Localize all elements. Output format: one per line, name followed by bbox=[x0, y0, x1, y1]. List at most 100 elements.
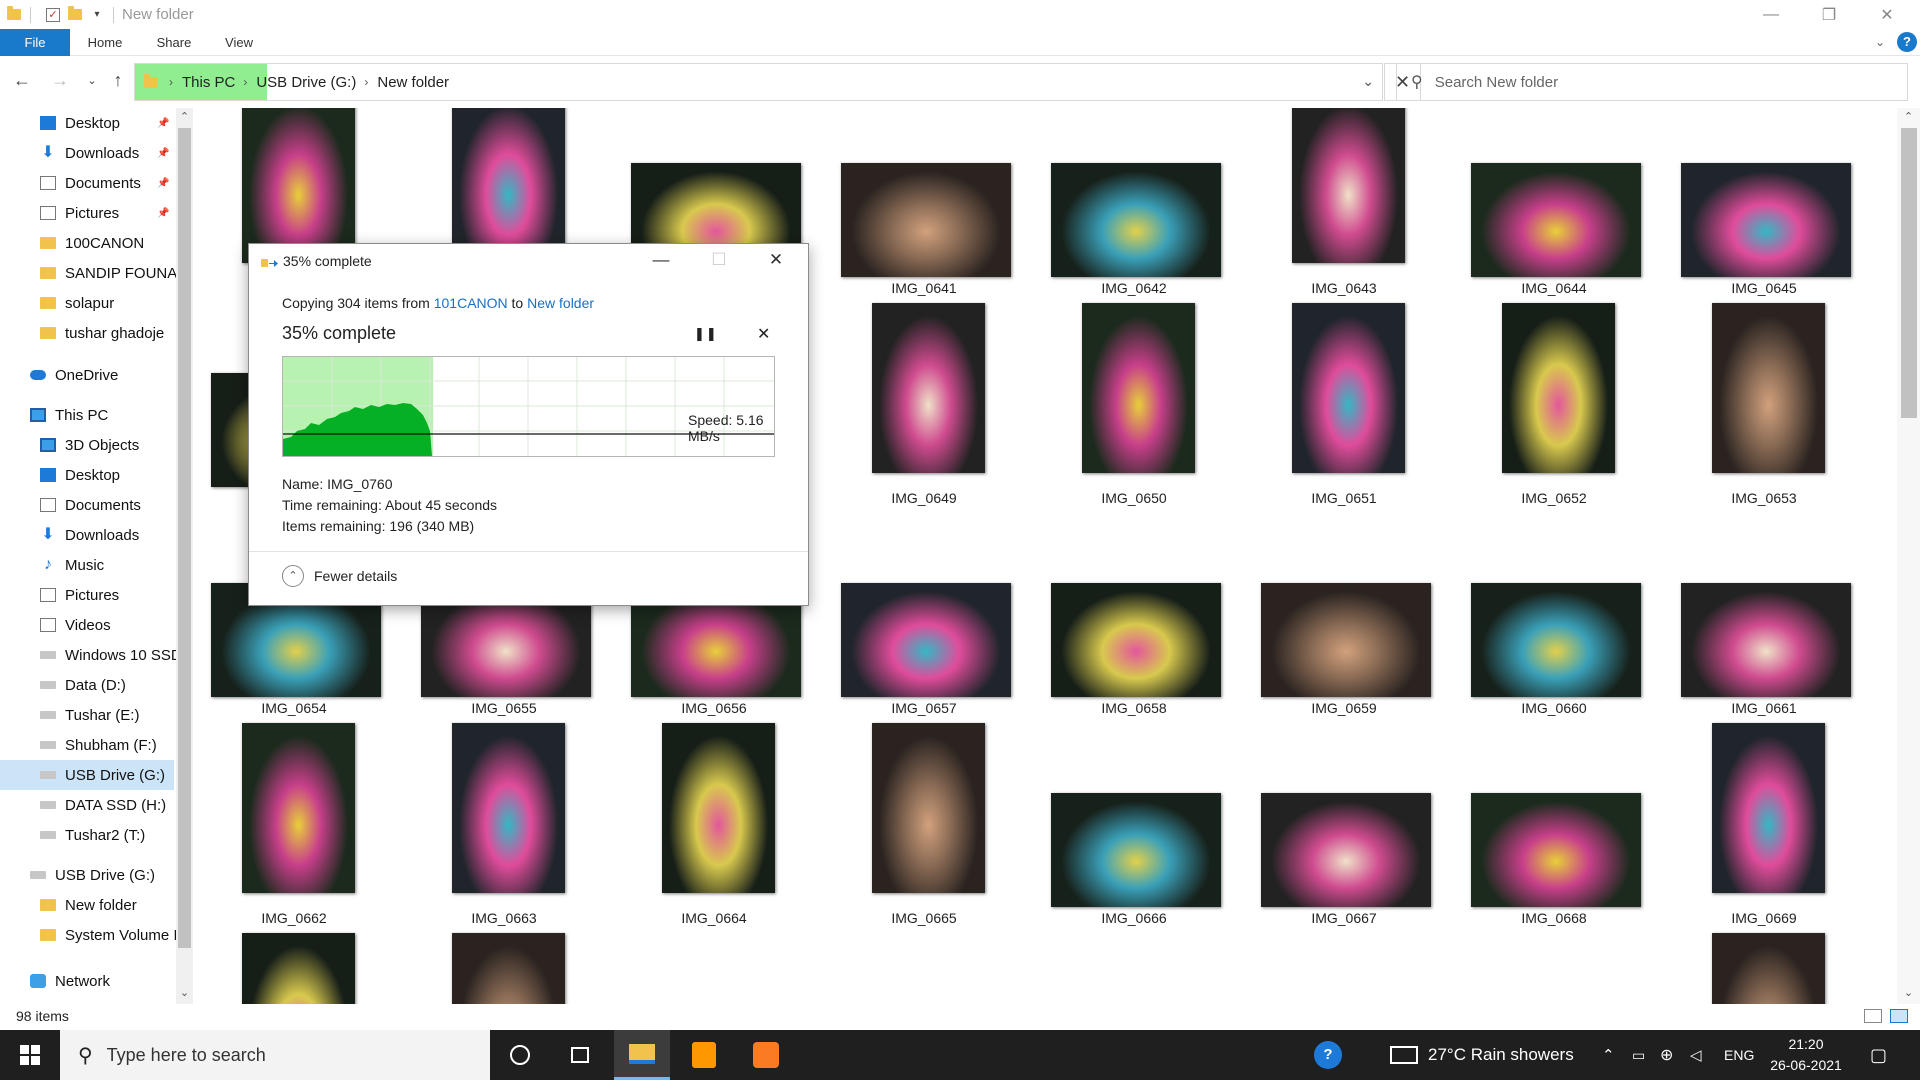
image-thumbnail[interactable] bbox=[452, 723, 565, 893]
xampp-taskbar-icon[interactable] bbox=[738, 1030, 794, 1080]
search-input[interactable] bbox=[1434, 73, 1855, 91]
file-tile[interactable]: IMG_0657 bbox=[829, 511, 1019, 716]
cortana-icon[interactable] bbox=[492, 1030, 548, 1080]
nav-scrollbar[interactable]: ⌃ ⌄ bbox=[176, 108, 193, 1004]
image-thumbnail[interactable] bbox=[1292, 108, 1405, 263]
nav-item-3d-objects[interactable]: 3D Objects bbox=[0, 430, 176, 460]
nav-item-network[interactable]: Network bbox=[0, 966, 176, 996]
file-tile[interactable]: IMG_0661 bbox=[1669, 511, 1859, 716]
show-hidden-icons-icon[interactable]: ⌃ bbox=[1602, 1030, 1615, 1080]
image-thumbnail[interactable] bbox=[1681, 583, 1851, 697]
file-tile[interactable] bbox=[409, 931, 599, 1004]
file-tile[interactable]: IMG_0644 bbox=[1459, 108, 1649, 296]
file-explorer-taskbar-icon[interactable] bbox=[614, 1030, 670, 1080]
nav-item-downloads[interactable]: ⬇ Downloads bbox=[0, 520, 176, 550]
image-thumbnail[interactable] bbox=[1292, 303, 1405, 473]
nav-item-data-d[interactable]: Data (D:) bbox=[0, 670, 176, 700]
image-thumbnail[interactable] bbox=[872, 723, 985, 893]
breadcrumb-usb-drive[interactable]: USB Drive (G:) bbox=[256, 74, 356, 91]
image-thumbnail[interactable] bbox=[1051, 583, 1221, 697]
file-tile[interactable] bbox=[619, 931, 809, 1004]
cancel-copy-button[interactable]: ✕ bbox=[757, 324, 770, 344]
image-thumbnail[interactable] bbox=[242, 108, 355, 263]
nav-item-data-ssd-h[interactable]: DATA SSD (H:) bbox=[0, 790, 176, 820]
scroll-down-icon[interactable]: ⌄ bbox=[1900, 986, 1917, 999]
file-tile[interactable] bbox=[1669, 931, 1859, 1004]
file-tile[interactable] bbox=[1039, 931, 1229, 1004]
nav-item-onedrive[interactable]: OneDrive bbox=[0, 360, 176, 390]
minimize-button[interactable]: — bbox=[1748, 0, 1794, 29]
nav-item-desktop[interactable]: Desktop bbox=[0, 460, 176, 490]
nav-item-100canon[interactable]: 100CANON bbox=[0, 228, 176, 258]
scroll-up-icon[interactable]: ⌃ bbox=[1900, 110, 1917, 123]
nav-item-system-volume-i[interactable]: System Volume I bbox=[0, 920, 176, 950]
volume-icon[interactable]: ◁ bbox=[1690, 1030, 1702, 1080]
image-thumbnail[interactable] bbox=[1261, 583, 1431, 697]
content-scrollbar[interactable]: ⌃ ⌄ bbox=[1897, 108, 1920, 1004]
task-view-icon[interactable] bbox=[552, 1030, 608, 1080]
large-icons-view-icon[interactable] bbox=[1890, 1009, 1908, 1023]
address-bar[interactable]: › This PC › USB Drive (G:) › New folder … bbox=[134, 63, 1383, 101]
image-thumbnail[interactable] bbox=[1681, 163, 1851, 277]
details-view-icon[interactable] bbox=[1864, 1009, 1882, 1023]
tab-share[interactable]: Share bbox=[148, 29, 200, 56]
address-dropdown-icon[interactable]: ⌄ bbox=[1362, 73, 1374, 90]
recent-locations-icon[interactable]: ⌄ bbox=[80, 74, 104, 87]
image-thumbnail[interactable] bbox=[1471, 583, 1641, 697]
file-tile[interactable] bbox=[1249, 931, 1439, 1004]
dialog-close-button[interactable]: ✕ bbox=[756, 248, 796, 272]
nav-item-documents[interactable]: Documents 📌 bbox=[0, 168, 176, 198]
nav-item-this-pc[interactable]: This PC bbox=[0, 400, 176, 430]
file-tile[interactable]: IMG_0653 bbox=[1669, 301, 1859, 506]
file-tile[interactable]: IMG_0651 bbox=[1249, 301, 1439, 506]
close-button[interactable]: ✕ bbox=[1864, 0, 1910, 29]
file-tile[interactable]: IMG_0643 bbox=[1249, 108, 1439, 296]
battery-icon[interactable]: ▭ bbox=[1632, 1030, 1645, 1080]
chevron-right-icon[interactable]: › bbox=[364, 75, 368, 89]
image-thumbnail[interactable] bbox=[872, 303, 985, 473]
breadcrumb-this-pc[interactable]: This PC bbox=[182, 74, 235, 91]
image-thumbnail[interactable] bbox=[452, 933, 565, 1004]
fewer-details-button[interactable]: ⌃ Fewer details bbox=[282, 565, 397, 587]
nav-item-desktop[interactable]: Desktop 📌 bbox=[0, 108, 176, 138]
file-tile[interactable] bbox=[829, 931, 1019, 1004]
tab-file[interactable]: File bbox=[0, 29, 70, 56]
nav-item-sandip-founai[interactable]: SANDIP FOUNAI bbox=[0, 258, 176, 288]
start-button[interactable] bbox=[0, 1030, 60, 1080]
restore-button[interactable]: ❐ bbox=[1806, 0, 1852, 29]
file-tile[interactable]: IMG_0669 bbox=[1669, 721, 1859, 926]
file-tile[interactable]: IMG_0667 bbox=[1249, 721, 1439, 926]
nav-item-videos[interactable]: Videos bbox=[0, 610, 176, 640]
file-tile[interactable] bbox=[199, 931, 389, 1004]
scroll-down-icon[interactable]: ⌄ bbox=[176, 986, 193, 999]
image-thumbnail[interactable] bbox=[1712, 933, 1825, 1004]
expand-ribbon-icon[interactable]: ⌄ bbox=[1868, 29, 1892, 56]
nav-item-pictures[interactable]: Pictures 📌 bbox=[0, 198, 176, 228]
scroll-up-icon[interactable]: ⌃ bbox=[176, 110, 193, 123]
network-globe-icon[interactable]: ⊕ bbox=[1660, 1030, 1673, 1080]
image-thumbnail[interactable] bbox=[1051, 793, 1221, 907]
file-tile[interactable] bbox=[1459, 931, 1649, 1004]
scroll-thumb[interactable] bbox=[1901, 128, 1917, 418]
file-tile[interactable]: IMG_0662 bbox=[199, 721, 389, 926]
nav-item-documents[interactable]: Documents bbox=[0, 490, 176, 520]
pause-button[interactable]: ❚❚ bbox=[694, 326, 718, 342]
file-tile[interactable]: IMG_0650 bbox=[1039, 301, 1229, 506]
nav-item-tushar-ghadoje[interactable]: tushar ghadoje bbox=[0, 318, 176, 348]
breadcrumb-new-folder[interactable]: New folder bbox=[377, 74, 449, 91]
file-tile[interactable]: IMG_0660 bbox=[1459, 511, 1649, 716]
customize-quick-access-icon[interactable]: ▾ bbox=[89, 7, 105, 23]
image-thumbnail[interactable] bbox=[1471, 793, 1641, 907]
file-tile[interactable]: IMG_0666 bbox=[1039, 721, 1229, 926]
search-box[interactable]: ⚲ bbox=[1396, 63, 1908, 101]
nav-item-shubham-f[interactable]: Shubham (F:) bbox=[0, 730, 176, 760]
tab-home[interactable]: Home bbox=[78, 29, 132, 56]
tab-view[interactable]: View bbox=[214, 29, 264, 56]
chevron-right-icon[interactable]: › bbox=[169, 75, 173, 89]
file-tile[interactable]: IMG_0663 bbox=[409, 721, 599, 926]
image-thumbnail[interactable] bbox=[452, 108, 565, 263]
image-thumbnail[interactable] bbox=[841, 163, 1011, 277]
file-tile[interactable]: IMG_0649 bbox=[829, 301, 1019, 506]
help-icon[interactable]: ? bbox=[1300, 1030, 1356, 1080]
clock[interactable]: 21:20 26-06-2021 bbox=[1758, 1034, 1854, 1076]
